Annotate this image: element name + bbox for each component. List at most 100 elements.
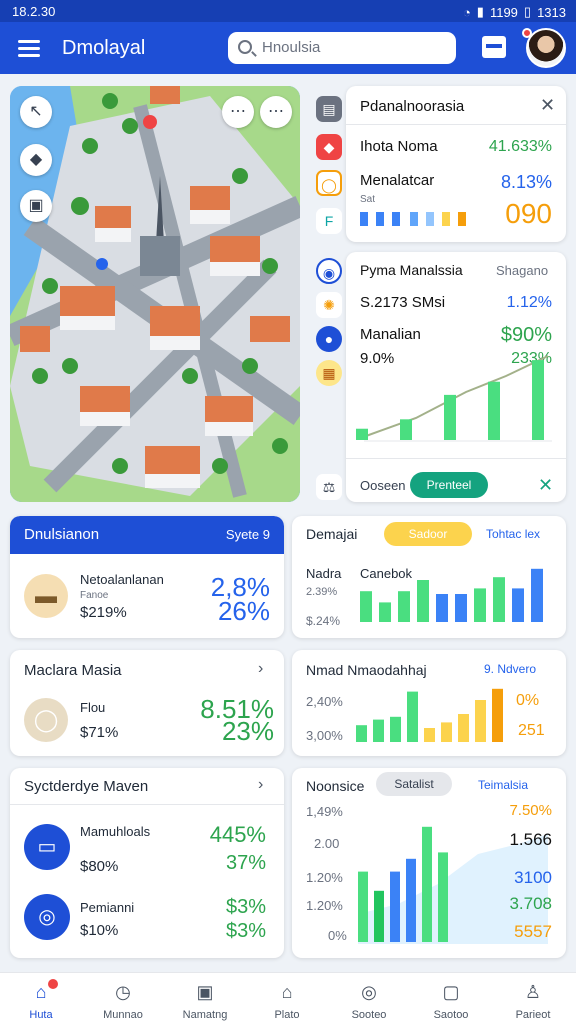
metric-big: 37% bbox=[225, 852, 266, 874]
nav-label: Parieot bbox=[515, 1009, 551, 1021]
badge-icon: ◎ bbox=[361, 982, 377, 1002]
nav-item-saotoo[interactable]: ▢ Saotoo bbox=[410, 973, 492, 1024]
right-value: 3.708 bbox=[509, 894, 552, 913]
right-value: 1.566 bbox=[509, 830, 552, 849]
card-link[interactable]: Teimalsia bbox=[478, 778, 528, 792]
mini-bars bbox=[360, 212, 466, 226]
y-tick: 1,49% bbox=[306, 804, 343, 819]
card-title: Maclara Masia bbox=[24, 662, 122, 679]
row-value: 1.12% bbox=[506, 294, 552, 311]
inbox-icon[interactable]: ▭ bbox=[24, 824, 70, 870]
notification-dot bbox=[522, 28, 532, 38]
status-bar: 18.2.30 ◔ ▮ 1199 ▯ 1313 bbox=[0, 0, 576, 22]
item-name: Netoalanlanan bbox=[80, 572, 164, 587]
item-name: Pemianni bbox=[80, 900, 135, 915]
building-icon[interactable]: ▣ bbox=[20, 190, 52, 222]
dots-icon[interactable]: ⋯ bbox=[222, 96, 254, 128]
chart-bar bbox=[475, 700, 486, 742]
app-bar: Dmolayal Hnoulsia bbox=[0, 22, 576, 74]
nav-label: Munnao bbox=[103, 1009, 143, 1021]
chart-bar bbox=[455, 594, 467, 622]
row-label: Sat bbox=[360, 194, 376, 205]
card-link[interactable]: 9. Ndvero bbox=[484, 662, 536, 676]
chart-bar bbox=[441, 722, 452, 742]
series-value: 3,00% bbox=[306, 728, 343, 743]
chart-bar bbox=[356, 428, 368, 440]
trend-chart bbox=[356, 355, 552, 442]
series-label: Nadra bbox=[306, 566, 342, 581]
battery-text: 1313 bbox=[537, 4, 566, 20]
nav-item-plato[interactable]: ⌂ Plato bbox=[246, 973, 328, 1024]
item-name: Flou bbox=[80, 700, 106, 715]
clock-icon: ◷ bbox=[115, 982, 131, 1002]
right-value: 5557 bbox=[514, 922, 552, 941]
search-placeholder: Hnoulsia bbox=[262, 39, 321, 56]
panel-overview: Pdanalnoorasia ✕ Ihota Noma 41.633% Mena… bbox=[346, 86, 566, 242]
app-title: Dmolayal bbox=[62, 37, 146, 59]
chart-bar bbox=[474, 588, 486, 622]
hamburger-menu-icon[interactable] bbox=[18, 40, 40, 57]
nav-item-munnao[interactable]: ◷ Munnao bbox=[82, 973, 164, 1024]
chart-bar bbox=[379, 602, 391, 622]
scale-icon[interactable]: ⚖ bbox=[316, 474, 342, 500]
card-summary: Dnulsianon Syete 9 ▬ Netoalanlanan Fanoe… bbox=[10, 516, 284, 638]
panel-title: Pyma Manalssia bbox=[360, 262, 463, 278]
y-tick: 1.20% bbox=[306, 870, 343, 885]
row-label: Menalatcar bbox=[360, 172, 435, 189]
scroll-icon: ▬ bbox=[24, 574, 68, 618]
nav-item-sooteo[interactable]: ◎ Sooteo bbox=[328, 973, 410, 1024]
chevron-right-icon[interactable]: › bbox=[258, 776, 263, 794]
chart-bar bbox=[358, 871, 368, 942]
card-header-title: Dnulsianon bbox=[24, 526, 100, 543]
right-value: 3100 bbox=[514, 868, 552, 887]
doc-icon[interactable]: ▦ bbox=[316, 360, 342, 386]
shield-icon[interactable]: ◎ bbox=[24, 894, 70, 940]
card-title: Demajai bbox=[306, 526, 358, 542]
flame-icon[interactable]: ◆ bbox=[316, 134, 342, 160]
nav-item-namatng[interactable]: ▣ Namatng bbox=[164, 973, 246, 1024]
panel-trend: Pyma Manalssia Shagano S.2173 SMsi 1.12%… bbox=[346, 252, 566, 502]
chevron-right-icon[interactable]: › bbox=[258, 660, 263, 678]
globe-icon[interactable]: ◉ bbox=[316, 258, 342, 284]
signal-text: 1199 bbox=[489, 4, 518, 20]
gear-icon[interactable]: ✺ bbox=[316, 292, 342, 318]
back-arrow-icon[interactable]: ↖ bbox=[20, 96, 52, 128]
series-value: $.24% bbox=[306, 614, 341, 628]
series-value: 2.39% bbox=[306, 586, 338, 598]
search-icon bbox=[238, 40, 252, 54]
chart-bar bbox=[493, 577, 505, 622]
divider bbox=[346, 458, 566, 459]
nav-label: Plato bbox=[274, 1009, 300, 1021]
bar-chart bbox=[360, 568, 543, 622]
nav-item-huta[interactable]: ⌂ Huta bbox=[0, 973, 82, 1024]
f-icon[interactable]: F bbox=[316, 208, 342, 234]
close-icon[interactable]: ✕ bbox=[538, 475, 553, 496]
chart-bar bbox=[417, 580, 429, 622]
card-title: Noonsice bbox=[306, 778, 365, 794]
bottom-nav: ⌂ Huta ◷ Munnao ▣ Namatng ⌂ Plato ◎ Sooteo ▢ Saotoo… bbox=[0, 972, 576, 1024]
search-input[interactable]: Hnoulsia bbox=[228, 32, 456, 64]
ring-icon[interactable]: ◯ bbox=[316, 170, 342, 196]
card-link[interactable]: Tohtac lex bbox=[486, 527, 540, 541]
metric-big: $3% bbox=[225, 920, 266, 942]
close-icon[interactable]: ✕ bbox=[540, 95, 555, 116]
chart-icon[interactable]: ▤ bbox=[316, 96, 342, 122]
primary-button[interactable]: Prenteel bbox=[410, 472, 488, 498]
metric-big: 26% bbox=[217, 596, 270, 626]
nav-item-parieot[interactable]: ♙ Parieot bbox=[492, 973, 574, 1024]
battery-icon: ▯ bbox=[523, 4, 532, 19]
filter-pill[interactable]: Sadoor bbox=[384, 522, 472, 546]
card-metric: Maclara Masia › ◯ Flou $71% 8.51% 23% bbox=[10, 650, 284, 756]
nav-label: Saotoo bbox=[433, 1009, 469, 1021]
item-price: $80% bbox=[80, 858, 119, 875]
avatar[interactable] bbox=[526, 28, 566, 68]
filter-pill[interactable]: Satalist bbox=[376, 772, 452, 796]
more-icon[interactable]: ⋯ bbox=[260, 96, 292, 128]
card-title: Syctderdye Maven bbox=[24, 778, 149, 795]
layers-icon[interactable]: ◆ bbox=[20, 144, 52, 176]
briefcase-icon[interactable] bbox=[482, 36, 506, 58]
chart-bar bbox=[356, 725, 367, 742]
city-map[interactable]: ↖ ⋯ ⋯ ◆ ▣ bbox=[10, 86, 300, 502]
y-tick: 1.20% bbox=[306, 898, 343, 913]
user-circle-icon[interactable]: ● bbox=[316, 326, 342, 352]
